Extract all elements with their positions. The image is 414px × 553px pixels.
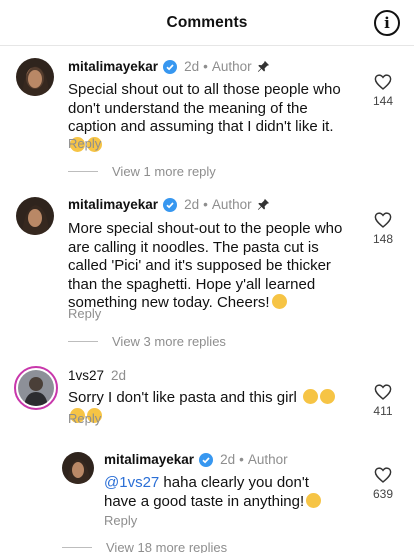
avatar[interactable] — [16, 58, 54, 96]
timestamp: 2d — [184, 197, 200, 212]
reply-button[interactable]: Reply — [68, 306, 101, 321]
like-count: 144 — [372, 94, 394, 108]
comment-meta: mitalimayekar 2d • Author — [68, 59, 270, 74]
laughing-face-emoji — [302, 389, 318, 404]
view-more-replies[interactable]: View 3 more replies — [68, 334, 226, 349]
comment-meta: mitalimayekar 2d • Author — [104, 452, 288, 467]
verified-badge-icon — [163, 197, 178, 212]
heart-icon — [374, 384, 392, 400]
like-button[interactable]: 411 — [367, 384, 399, 418]
reply-button[interactable]: Reply — [104, 513, 137, 528]
username[interactable]: mitalimayekar — [104, 452, 194, 467]
comment-meta: mitalimayekar 2d • Author — [68, 197, 270, 212]
author-tag: Author — [211, 197, 252, 212]
pin-icon — [257, 198, 269, 210]
reply-button[interactable]: Reply — [68, 411, 101, 426]
like-button[interactable]: 144 — [367, 74, 399, 108]
view-more-replies[interactable]: View 1 more reply — [68, 164, 216, 179]
verified-badge-icon — [199, 452, 214, 467]
pin-icon — [257, 60, 269, 72]
like-count: 639 — [372, 487, 394, 501]
comment-text: @1vs27 haha clearly you don't have a goo… — [104, 474, 342, 511]
comment-meta: 1vs27 2d — [68, 368, 126, 383]
info-icon[interactable]: i — [374, 10, 400, 36]
heart-icon — [374, 467, 392, 483]
username[interactable]: mitalimayekar — [68, 59, 158, 74]
reply-button[interactable]: Reply — [68, 136, 101, 151]
comment-text: Sorry I don't like pasta and this girl — [68, 389, 348, 426]
view-more-replies[interactable]: View 18 more replies — [62, 540, 227, 553]
timestamp: 2d — [111, 368, 127, 383]
avatar[interactable] — [14, 366, 58, 410]
heart-icon — [374, 74, 392, 90]
timestamp: 2d — [184, 59, 200, 74]
author-tag: Author — [247, 452, 288, 467]
timestamp: 2d — [220, 452, 236, 467]
comments-header: Comments i — [0, 0, 414, 46]
grinning-face-emoji — [306, 492, 322, 508]
avatar[interactable] — [62, 452, 94, 484]
comment-text: Special shout out to all those people wh… — [68, 81, 346, 155]
mention-link[interactable]: @1vs27 — [104, 474, 159, 491]
heart-icon — [374, 212, 392, 228]
partying-face-emoji — [271, 294, 287, 309]
like-button[interactable]: 639 — [367, 467, 399, 501]
avatar[interactable] — [16, 197, 54, 235]
comment-text: More special shout-out to the people who… — [68, 220, 343, 311]
username[interactable]: 1vs27 — [68, 368, 104, 383]
page-title: Comments — [166, 14, 248, 31]
verified-badge-icon — [163, 59, 178, 74]
like-count: 148 — [372, 232, 394, 246]
like-button[interactable]: 148 — [367, 212, 399, 246]
author-tag: Author — [211, 59, 252, 74]
username[interactable]: mitalimayekar — [68, 197, 158, 212]
like-count: 411 — [373, 404, 393, 418]
laughing-face-emoji — [319, 389, 335, 404]
